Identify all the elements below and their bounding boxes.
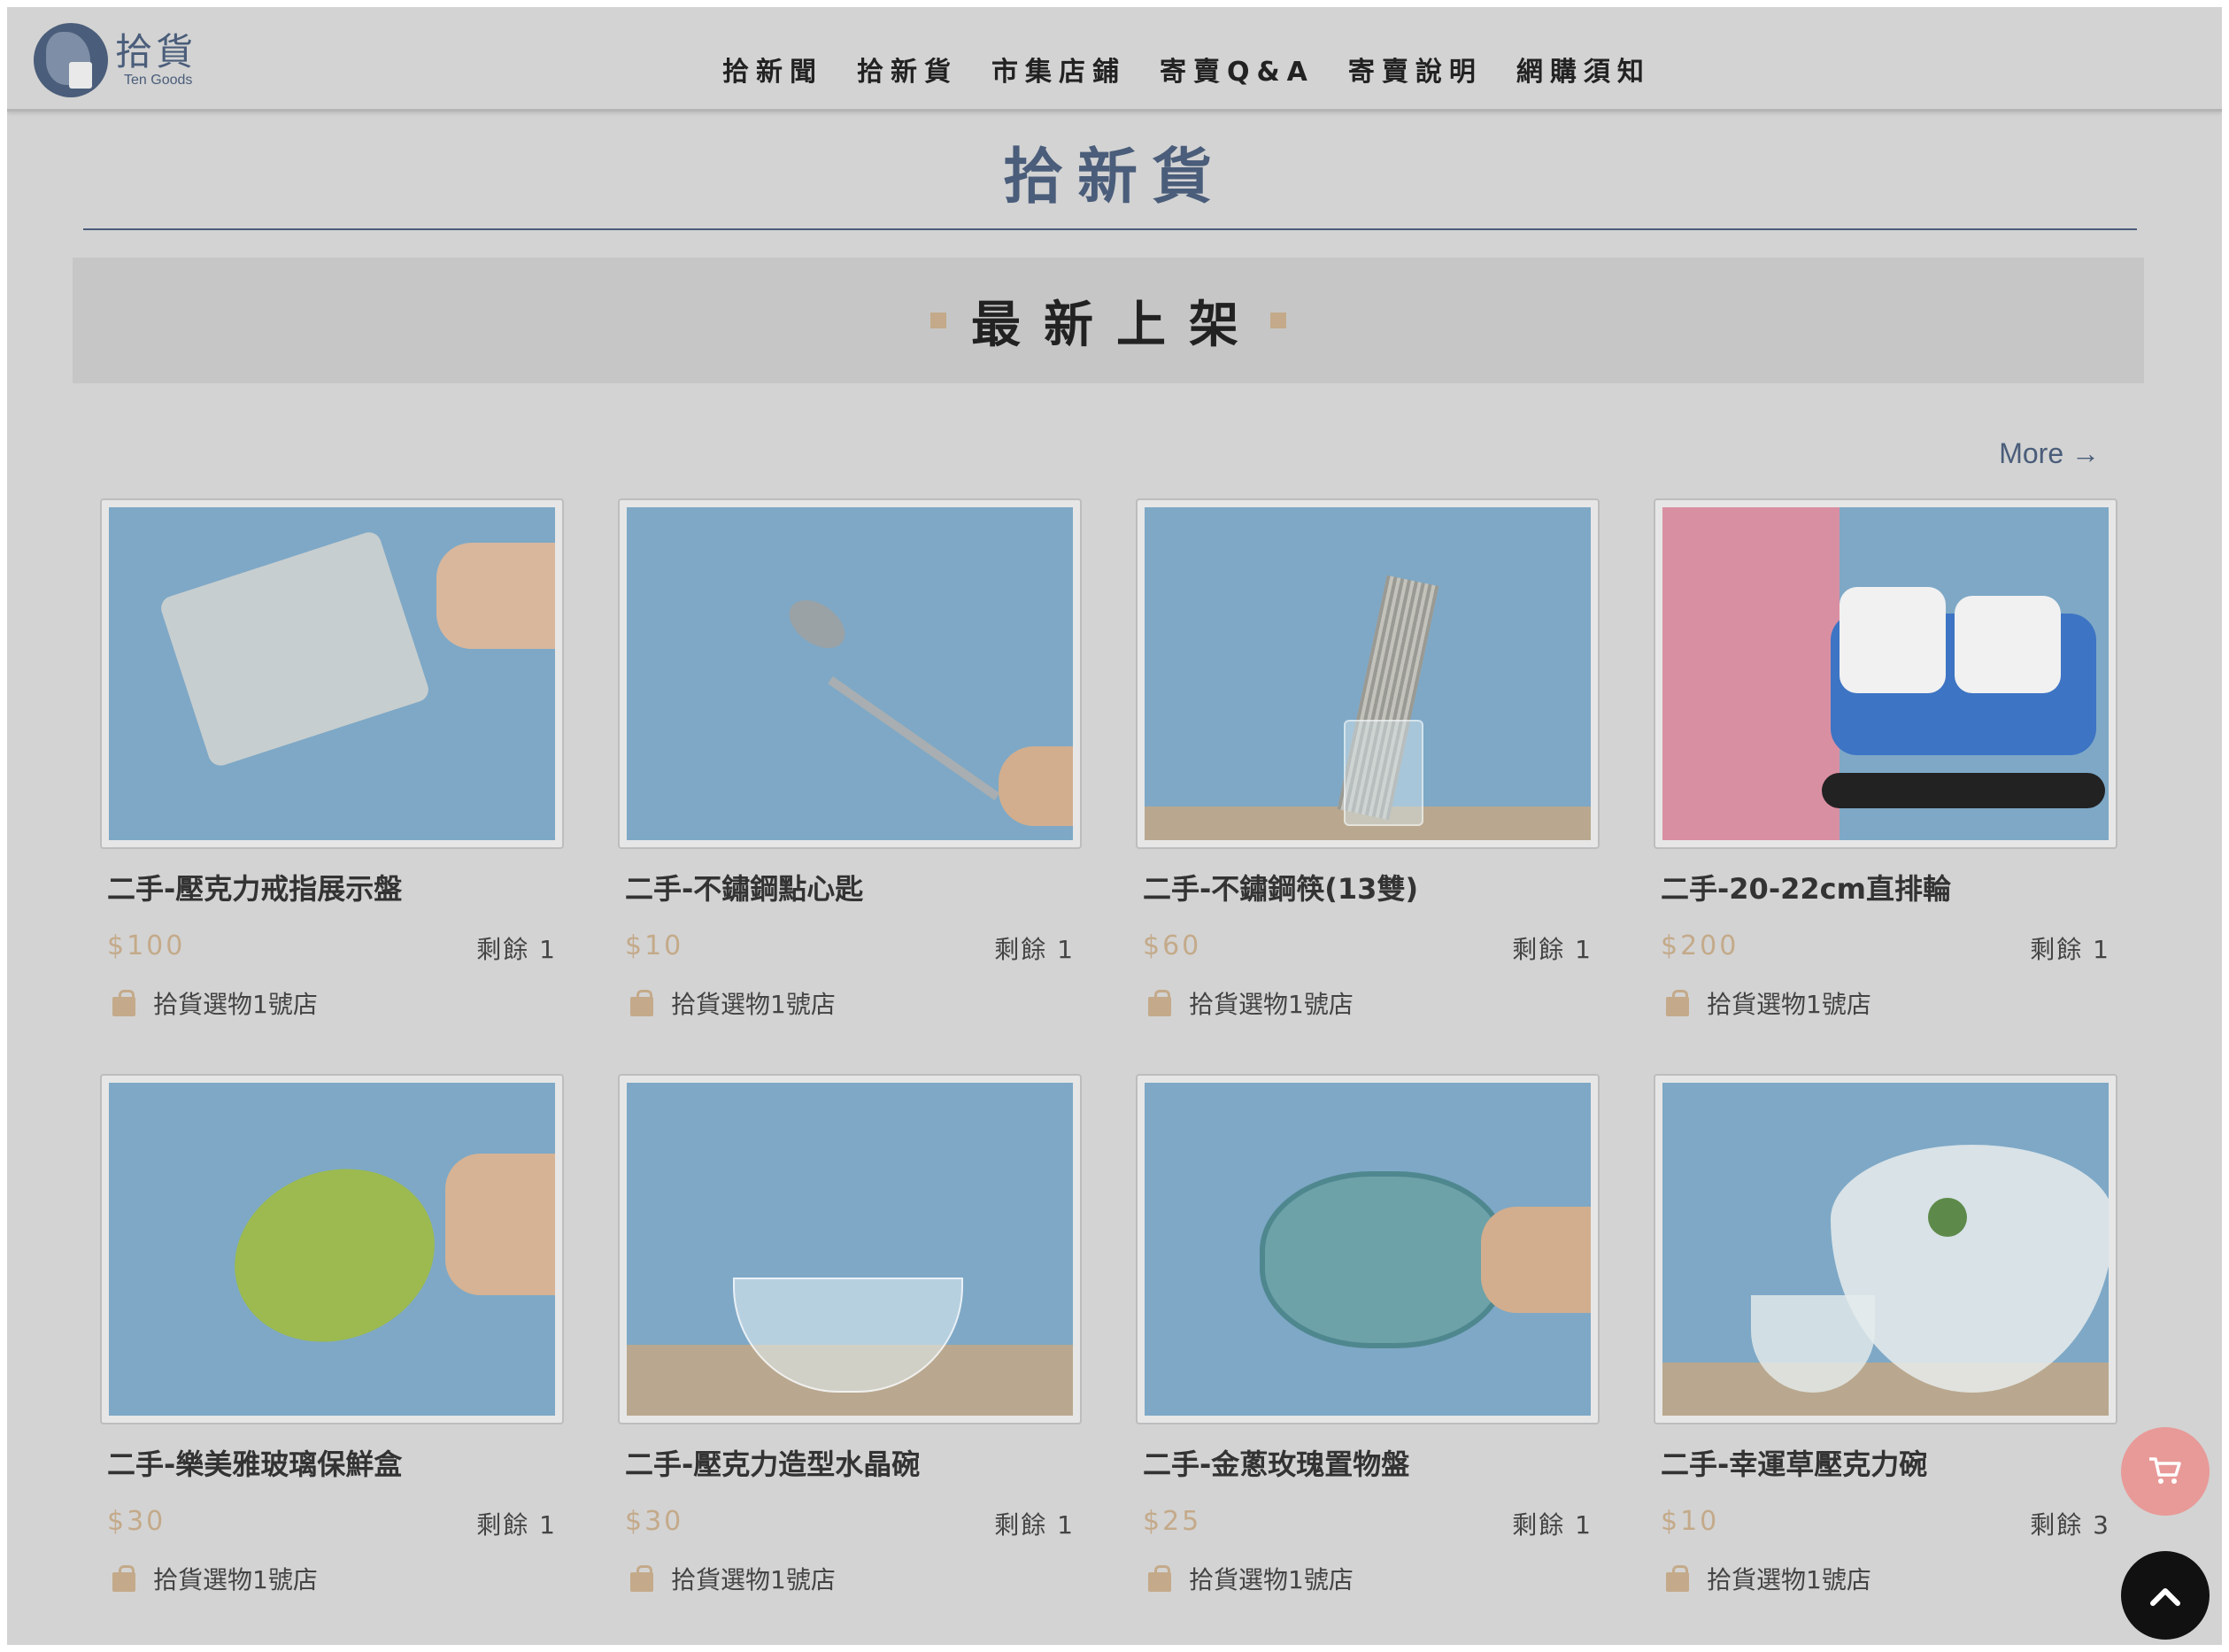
- product-card[interactable]: 二手-不鏽鋼筷(13雙) $60 剩餘 1 拾貨選物1號店: [1136, 498, 1600, 1021]
- site-logo[interactable]: 拾貨 Ten Goods: [34, 23, 197, 97]
- gift-bag-icon: [1148, 990, 1171, 1016]
- product-name[interactable]: 二手-樂美雅玻璃保鮮盒: [107, 1442, 402, 1483]
- product-price: $30: [107, 1506, 166, 1537]
- product-price: $30: [625, 1506, 684, 1537]
- product-name[interactable]: 二手-不鏽鋼點心匙: [625, 867, 863, 907]
- product-shop[interactable]: 拾貨選物1號店: [1148, 985, 1354, 1021]
- product-name[interactable]: 二手-壓克力戒指展示盤: [107, 867, 402, 907]
- nav-item-new-goods[interactable]: 拾新貨: [857, 50, 958, 89]
- gift-bag-icon: [112, 1565, 135, 1592]
- main-nav: 拾新聞 拾新貨 市集店鋪 寄賣Q&A 寄賣說明 網購須知: [722, 50, 1685, 89]
- logo-icon: [34, 23, 108, 97]
- banner-right-square-icon: [1270, 313, 1286, 328]
- product-stock: 剩餘 1: [476, 1510, 557, 1540]
- nav-item-shopping-notice[interactable]: 網購須知: [1516, 50, 1651, 89]
- product-shop[interactable]: 拾貨選物1號店: [630, 1561, 836, 1596]
- gift-bag-icon: [630, 990, 653, 1016]
- page-frame: 拾貨 Ten Goods 拾新聞 拾新貨 市集店鋪 寄賣Q&A 寄賣說明 網購須…: [7, 7, 2222, 1645]
- product-name[interactable]: 二手-幸運草壓克力碗: [1661, 1442, 1927, 1483]
- product-shop[interactable]: 拾貨選物1號店: [630, 985, 836, 1021]
- product-card[interactable]: 二手-樂美雅玻璃保鮮盒 $30 剩餘 1 拾貨選物1號店: [100, 1074, 564, 1596]
- shop-name: 拾貨選物1號店: [153, 1565, 318, 1594]
- chevron-up-icon: [2150, 1588, 2180, 1606]
- nav-item-consignment-info[interactable]: 寄賣說明: [1348, 50, 1483, 89]
- gift-bag-icon: [1666, 990, 1689, 1016]
- product-price: $25: [1143, 1506, 1202, 1537]
- product-card[interactable]: 二手-金蔥玫瑰置物盤 $25 剩餘 1 拾貨選物1號店: [1136, 1074, 1600, 1596]
- product-stock: 剩餘 1: [1512, 1510, 1593, 1540]
- cart-button[interactable]: [2121, 1427, 2210, 1516]
- cart-icon: [2149, 1457, 2181, 1484]
- nav-item-news[interactable]: 拾新聞: [722, 50, 823, 89]
- product-stock: 剩餘 1: [476, 935, 557, 964]
- glass-container-photo: [109, 1083, 555, 1416]
- product-shop[interactable]: 拾貨選物1號店: [1666, 985, 1871, 1021]
- gift-bag-icon: [630, 1565, 653, 1592]
- banner-left-square-icon: [930, 313, 946, 328]
- product-stock: 剩餘 1: [994, 935, 1075, 964]
- product-name[interactable]: 二手-壓克力造型水晶碗: [625, 1442, 920, 1483]
- logo-title: 拾貨: [115, 30, 197, 73]
- shop-name: 拾貨選物1號店: [671, 1565, 836, 1594]
- product-image[interactable]: [1654, 498, 2117, 849]
- steel-spoon-photo: [627, 507, 1073, 840]
- product-image[interactable]: [100, 1074, 564, 1424]
- shop-name: 拾貨選物1號店: [1189, 990, 1354, 1019]
- product-price: $10: [625, 930, 684, 961]
- product-card[interactable]: 二手-壓克力戒指展示盤 $100 剩餘 1 拾貨選物1號店: [100, 498, 564, 1021]
- product-name[interactable]: 二手-金蔥玫瑰置物盤: [1143, 1442, 1409, 1483]
- product-shop[interactable]: 拾貨選物1號店: [1148, 1561, 1354, 1596]
- product-image[interactable]: [1136, 1074, 1600, 1424]
- title-divider: [83, 228, 2137, 230]
- product-image[interactable]: [618, 1074, 1082, 1424]
- product-price: $60: [1143, 930, 1202, 961]
- product-stock: 剩餘 3: [2030, 1510, 2110, 1540]
- gift-bag-icon: [1666, 1565, 1689, 1592]
- product-stock: 剩餘 1: [2030, 935, 2110, 964]
- product-stock: 剩餘 1: [1512, 935, 1593, 964]
- acrylic-ring-tray-photo: [109, 507, 555, 840]
- product-card[interactable]: 二手-不鏽鋼點心匙 $10 剩餘 1 拾貨選物1號店: [618, 498, 1082, 1021]
- back-to-top-button[interactable]: [2121, 1551, 2210, 1640]
- gift-bag-icon: [1148, 1565, 1171, 1592]
- logo-subtitle: Ten Goods: [124, 73, 193, 88]
- inline-skates-photo: [1662, 507, 2109, 840]
- product-image[interactable]: [100, 498, 564, 849]
- crystal-bowl-photo: [627, 1083, 1073, 1416]
- shop-name: 拾貨選物1號店: [1707, 1565, 1871, 1594]
- section-title: 最新上架: [971, 296, 1261, 354]
- product-price: $200: [1661, 930, 1739, 961]
- product-name[interactable]: 二手-20-22cm直排輪: [1661, 867, 1951, 907]
- more-link[interactable]: More →: [1999, 437, 2100, 470]
- shop-name: 拾貨選物1號店: [1189, 1565, 1354, 1594]
- product-shop[interactable]: 拾貨選物1號店: [112, 1561, 318, 1596]
- product-shop[interactable]: 拾貨選物1號店: [112, 985, 318, 1021]
- product-card[interactable]: 二手-壓克力造型水晶碗 $30 剩餘 1 拾貨選物1號店: [618, 1074, 1082, 1596]
- nav-item-consignment-qa[interactable]: 寄賣Q&A: [1160, 50, 1315, 89]
- product-price: $100: [107, 930, 186, 961]
- product-stock: 剩餘 1: [994, 1510, 1075, 1540]
- product-card[interactable]: 二手-20-22cm直排輪 $200 剩餘 1 拾貨選物1號店: [1654, 498, 2117, 1021]
- product-price: $10: [1661, 1506, 1720, 1537]
- clover-acrylic-bowl-photo: [1662, 1083, 2109, 1416]
- product-image[interactable]: [1654, 1074, 2117, 1424]
- product-shop[interactable]: 拾貨選物1號店: [1666, 1561, 1871, 1596]
- product-name[interactable]: 二手-不鏽鋼筷(13雙): [1143, 867, 1418, 907]
- page-title: 拾新貨: [1002, 143, 1226, 212]
- shop-name: 拾貨選物1號店: [153, 990, 318, 1019]
- shop-name: 拾貨選物1號店: [1707, 990, 1871, 1019]
- rose-glass-plate-photo: [1145, 1083, 1591, 1416]
- product-image[interactable]: [618, 498, 1082, 849]
- site-header: 拾貨 Ten Goods 拾新聞 拾新貨 市集店鋪 寄賣Q&A 寄賣說明 網購須…: [7, 7, 2222, 112]
- steel-chopsticks-photo: [1145, 507, 1591, 840]
- gift-bag-icon: [112, 990, 135, 1016]
- nav-item-market-shops[interactable]: 市集店鋪: [991, 50, 1126, 89]
- section-banner: 最新上架: [73, 258, 2144, 383]
- shop-name: 拾貨選物1號店: [671, 990, 836, 1019]
- product-card[interactable]: 二手-幸運草壓克力碗 $10 剩餘 3 拾貨選物1號店: [1654, 1074, 2117, 1596]
- product-image[interactable]: [1136, 498, 1600, 849]
